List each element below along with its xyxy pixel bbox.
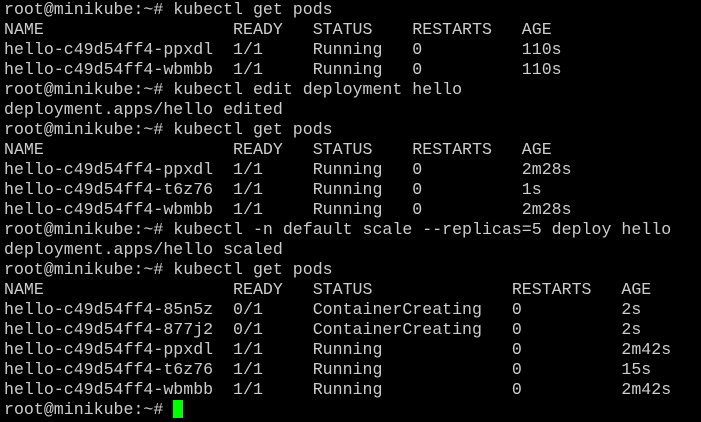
terminal-line: hello-c49d54ff4-t6z76 1/1 Running 0 15s <box>4 360 652 379</box>
terminal-line: hello-c49d54ff4-wbmbb 1/1 Running 0 110s <box>4 60 562 79</box>
terminal-line: NAME READY STATUS RESTARTS AGE <box>4 140 552 159</box>
terminal-line: hello-c49d54ff4-877j2 0/1 ContainerCreat… <box>4 320 642 339</box>
terminal-window[interactable]: root@minikube:~# kubectl get pods NAME R… <box>0 0 701 422</box>
terminal-line: deployment.apps/hello scaled <box>4 240 283 259</box>
terminal-line: root@minikube:~# kubectl get pods <box>4 0 333 19</box>
terminal-line: root@minikube:~# kubectl -n default scal… <box>4 220 672 239</box>
terminal-line: hello-c49d54ff4-ppxdl 1/1 Running 0 2m28… <box>4 160 572 179</box>
terminal-line: NAME READY STATUS RESTARTS AGE <box>4 20 552 39</box>
terminal-line: deployment.apps/hello edited <box>4 100 283 119</box>
terminal-line: hello-c49d54ff4-t6z76 1/1 Running 0 1s <box>4 180 542 199</box>
terminal-line: hello-c49d54ff4-wbmbb 1/1 Running 0 2m42… <box>4 380 672 399</box>
terminal-line: root@minikube:~# kubectl get pods <box>4 260 333 279</box>
terminal-line: hello-c49d54ff4-wbmbb 1/1 Running 0 2m28… <box>4 200 572 219</box>
terminal-line: root@minikube:~# kubectl edit deployment… <box>4 80 463 99</box>
prompt-line[interactable]: root@minikube:~# <box>4 400 701 420</box>
cursor-block <box>173 400 184 418</box>
terminal-line: hello-c49d54ff4-85n5z 0/1 ContainerCreat… <box>4 300 642 319</box>
terminal-line: hello-c49d54ff4-ppxdl 1/1 Running 0 110s <box>4 40 562 59</box>
terminal-line: hello-c49d54ff4-ppxdl 1/1 Running 0 2m42… <box>4 340 672 359</box>
terminal-line: root@minikube:~# kubectl get pods <box>4 120 333 139</box>
prompt-text: root@minikube:~# <box>4 400 174 419</box>
terminal-line: NAME READY STATUS RESTARTS AGE <box>4 280 652 299</box>
